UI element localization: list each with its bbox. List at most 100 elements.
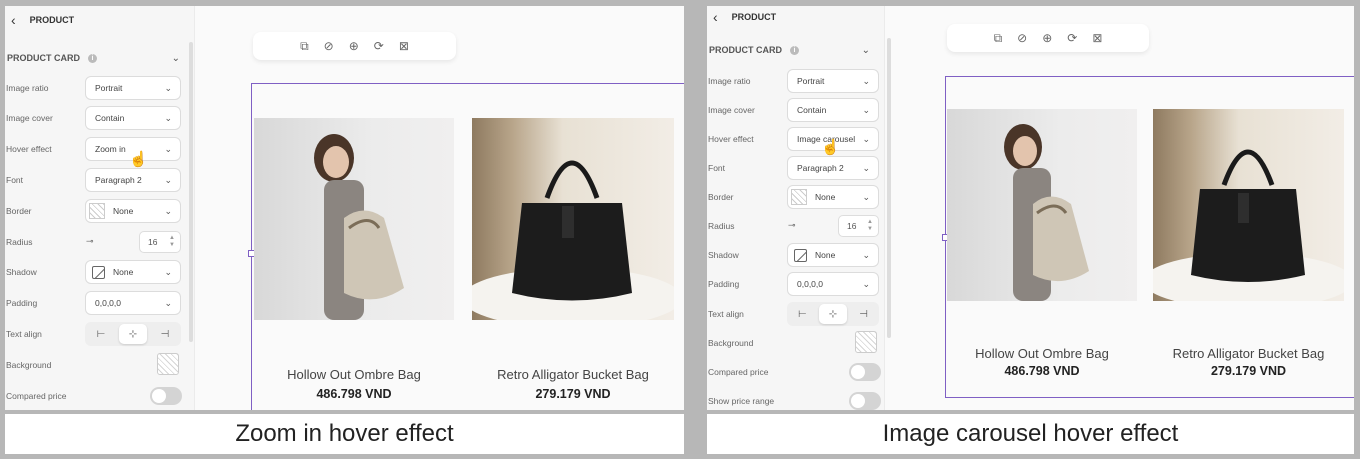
sidebar-header: ‹ PRODUCT: [5, 6, 194, 34]
section-title: PRODUCT CARD: [709, 45, 782, 55]
product-image[interactable]: [947, 109, 1137, 301]
shadow-icon: [92, 265, 105, 279]
section-product-card[interactable]: PRODUCT CARD i ⌄: [5, 50, 180, 66]
product-name[interactable]: Hollow Out Ombre Bag: [254, 367, 454, 382]
label-background: Background: [6, 360, 52, 370]
border-value: None: [113, 206, 134, 216]
add-section-icon[interactable]: ⊕: [1042, 31, 1052, 45]
back-chevron-icon[interactable]: ‹: [713, 9, 718, 25]
radius-input[interactable]: 16 ▲ ▼: [838, 215, 879, 237]
chevron-down-icon: ⌄: [164, 82, 172, 93]
shadow-icon: [794, 248, 807, 262]
sidebar-header: ‹ PRODUCT: [707, 6, 884, 28]
swap-icon[interactable]: ⟳: [1067, 31, 1077, 45]
padding-select[interactable]: 0,0,0,0 ⌄: [787, 272, 879, 296]
chevron-down-icon: ⌄: [164, 174, 172, 185]
chevron-down-icon: ⌄: [862, 104, 870, 115]
font-select[interactable]: Paragraph 2 ⌄: [787, 156, 879, 180]
align-right-icon[interactable]: ⊣: [151, 324, 179, 344]
row-padding: Padding: [707, 272, 739, 296]
row-image-cover: Image cover: [707, 98, 755, 122]
font-select[interactable]: Paragraph 2 ⌄: [85, 168, 181, 192]
info-icon[interactable]: i: [88, 53, 97, 63]
info-icon[interactable]: i: [790, 45, 799, 55]
label-border: Border: [708, 192, 734, 202]
padding-value: 0,0,0,0: [95, 298, 121, 308]
row-background: Background: [707, 331, 753, 355]
label-border: Border: [6, 206, 32, 216]
black-bag-photo: [472, 160, 674, 320]
radius-slider-icon[interactable]: ⊸: [788, 220, 796, 231]
padding-select[interactable]: 0,0,0,0 ⌄: [85, 291, 181, 315]
row-radius: Radius: [5, 230, 32, 254]
border-select[interactable]: None ⌄: [787, 185, 879, 209]
product-name[interactable]: Retro Alligator Bucket Bag: [1153, 346, 1344, 361]
product-name[interactable]: Retro Alligator Bucket Bag: [472, 367, 674, 382]
row-border: Border: [707, 185, 734, 209]
align-center-icon[interactable]: ⊹: [119, 324, 147, 344]
label-text-align: Text align: [6, 329, 42, 339]
shadow-value: None: [815, 250, 836, 260]
align-left-icon[interactable]: ⊢: [788, 304, 816, 324]
compared-price-toggle[interactable]: [150, 387, 182, 405]
row-text-align: Text align: [5, 322, 42, 346]
swap-icon[interactable]: ⟳: [374, 39, 384, 53]
row-compared-price: Compared price: [5, 384, 66, 408]
image-ratio-select[interactable]: Portrait ⌄: [787, 69, 879, 93]
hide-icon[interactable]: ⊘: [324, 39, 334, 53]
row-image-ratio: Image ratio: [707, 69, 751, 93]
chevron-down-icon[interactable]: ⌄: [172, 53, 180, 64]
product-image[interactable]: [472, 118, 674, 320]
compared-price-toggle[interactable]: [849, 363, 881, 381]
align-center-icon[interactable]: ⊹: [818, 304, 847, 324]
image-cover-select[interactable]: Contain ⌄: [85, 106, 181, 130]
label-compared-price: Compared price: [6, 391, 67, 401]
label-radius: Radius: [6, 237, 33, 247]
chevron-down-icon: ⌄: [164, 112, 172, 123]
align-left-icon[interactable]: ⊢: [87, 324, 115, 344]
back-chevron-icon[interactable]: ‹: [11, 12, 16, 28]
chevron-down-icon: ⌄: [164, 143, 172, 154]
background-color-swatch[interactable]: [855, 331, 877, 353]
align-right-icon[interactable]: ⊣: [850, 304, 878, 324]
stepper-icon[interactable]: ▲ ▼: [867, 219, 873, 233]
product-image[interactable]: [1153, 109, 1344, 301]
hand-cursor-icon: ☝: [129, 151, 148, 168]
image-ratio-value: Portrait: [797, 76, 825, 86]
row-border: Border: [5, 199, 32, 223]
sidebar-scrollbar[interactable]: [189, 42, 193, 342]
image-cover-select[interactable]: Contain ⌄: [787, 98, 879, 122]
duplicate-icon[interactable]: ⧉: [300, 39, 309, 54]
section-product-card[interactable]: PRODUCT CARD i ⌄: [707, 42, 870, 58]
shadow-select[interactable]: None ⌄: [787, 243, 879, 267]
left-editor-panel: ‹ PRODUCT PRODUCT CARD i ⌄ Image ratio P…: [5, 6, 684, 410]
shadow-select[interactable]: None ⌄: [85, 260, 181, 284]
label-padding: Padding: [708, 279, 740, 289]
show-price-range-toggle[interactable]: [849, 392, 881, 410]
delete-icon[interactable]: ⊠: [399, 39, 409, 53]
chevron-down-icon[interactable]: ⌄: [862, 45, 870, 56]
background-color-swatch[interactable]: [157, 353, 179, 375]
border-select[interactable]: None ⌄: [85, 199, 181, 223]
hand-cursor-icon: ☝: [821, 139, 840, 156]
product-price: 486.798 VND: [1004, 364, 1080, 378]
hide-icon[interactable]: ⊘: [1017, 31, 1027, 45]
stepper-icon[interactable]: ▲ ▼: [169, 235, 175, 249]
label-shadow: Shadow: [708, 250, 739, 260]
text-align-group: ⊢ ⊹ ⊣: [787, 302, 879, 326]
duplicate-icon[interactable]: ⧉: [994, 31, 1003, 46]
product-image[interactable]: [254, 118, 454, 320]
radius-input[interactable]: 16 ▲ ▼: [139, 231, 181, 253]
label-shadow: Shadow: [6, 267, 37, 277]
radius-slider-icon[interactable]: ⊸: [86, 236, 94, 247]
sidebar-scrollbar[interactable]: [887, 38, 891, 338]
product-name[interactable]: Hollow Out Ombre Bag: [947, 346, 1137, 361]
product-price: 279.179 VND: [535, 387, 611, 401]
section-title: PRODUCT CARD: [7, 53, 80, 63]
image-ratio-select[interactable]: Portrait ⌄: [85, 76, 181, 100]
delete-icon[interactable]: ⊠: [1092, 31, 1102, 45]
border-swatch-icon: [89, 203, 105, 219]
text-align-group: ⊢ ⊹ ⊣: [85, 322, 181, 346]
add-section-icon[interactable]: ⊕: [349, 39, 359, 53]
row-shadow: Shadow: [5, 260, 37, 284]
